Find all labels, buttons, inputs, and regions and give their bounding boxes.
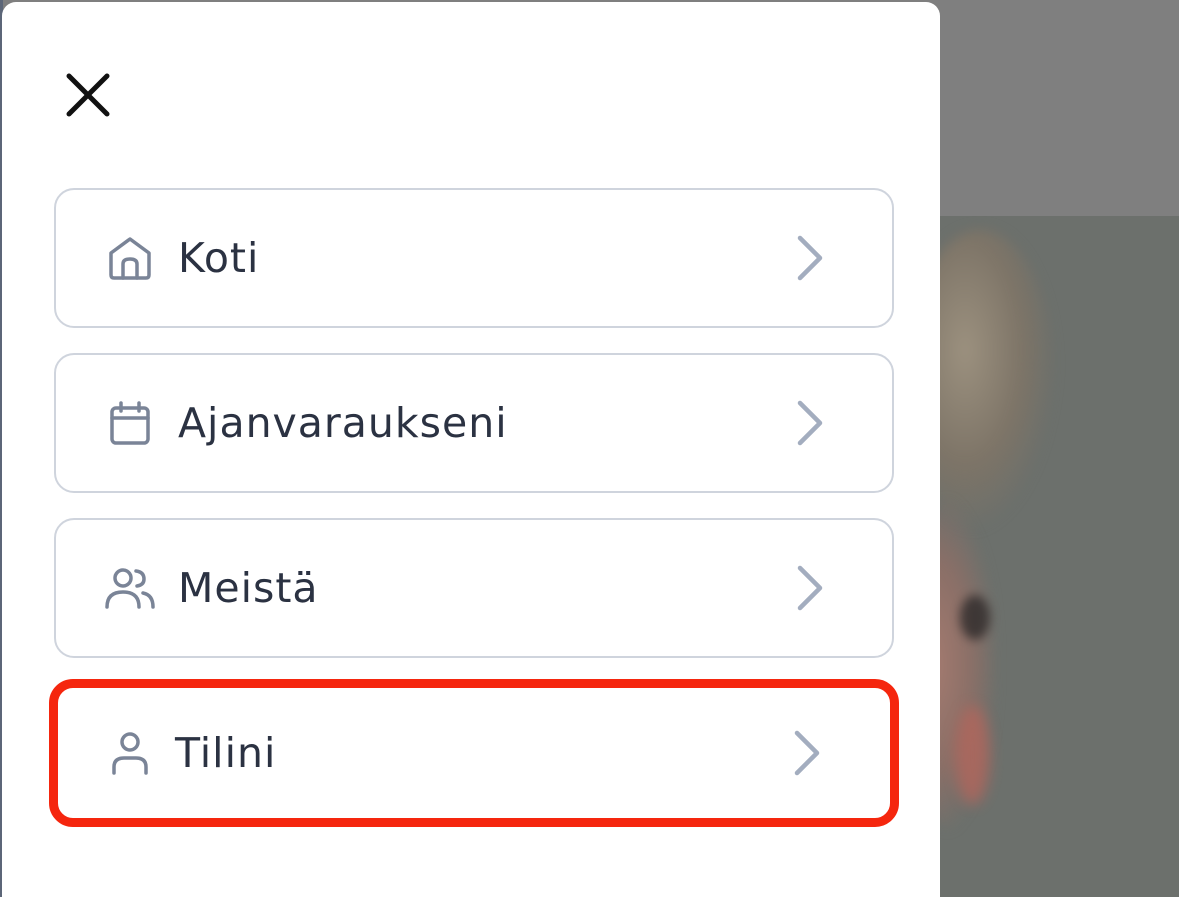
background-photo-eye (960, 595, 990, 640)
chevron-right-icon (797, 400, 823, 446)
menu-item-label: Ajanvaraukseni (178, 399, 508, 447)
menu-item-label: Koti (178, 234, 260, 282)
calendar-icon (104, 397, 156, 449)
background-photo-lip (955, 705, 990, 805)
navigation-drawer: Koti Ajanvaraukseni Meistä Tilini (2, 2, 940, 912)
menu-item-label: Tilini (175, 729, 277, 777)
navigation-menu: Koti Ajanvaraukseni Meistä Tilini (49, 188, 899, 852)
chevron-right-icon (794, 730, 820, 776)
menu-item-koti[interactable]: Koti (54, 188, 894, 328)
menu-item-tilini[interactable]: Tilini (49, 679, 899, 827)
close-icon (66, 73, 110, 117)
menu-item-ajanvaraukseni[interactable]: Ajanvaraukseni (54, 353, 894, 493)
menu-item-label: Meistä (178, 564, 319, 612)
user-icon (104, 727, 156, 779)
menu-item-meista[interactable]: Meistä (54, 518, 894, 658)
chevron-right-icon (797, 235, 823, 281)
close-button[interactable] (60, 66, 120, 126)
chevron-right-icon (797, 565, 823, 611)
users-icon (104, 562, 156, 614)
home-icon (104, 232, 156, 284)
